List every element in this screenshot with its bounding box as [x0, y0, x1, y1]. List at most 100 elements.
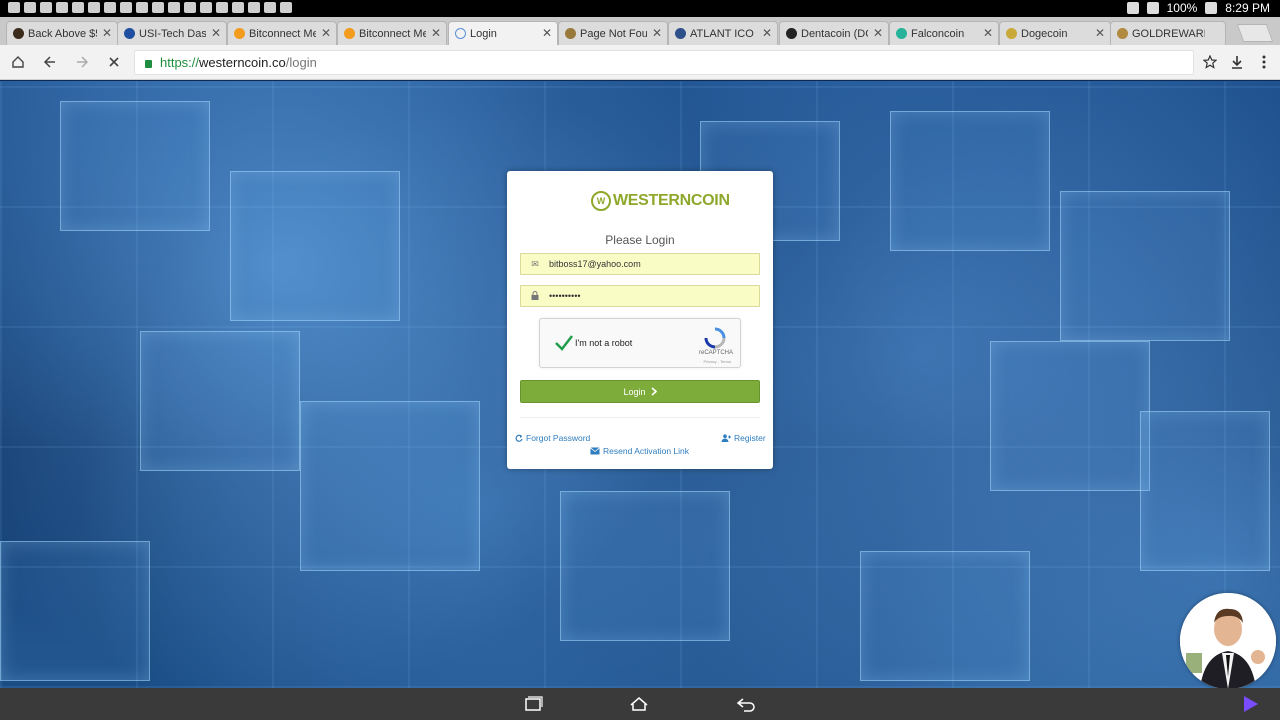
tab-bitconnect-1[interactable]: Bitconnect Mer ✕	[227, 21, 337, 45]
tab-favicon	[344, 28, 355, 39]
twitter-icon	[216, 2, 228, 13]
battery-icon	[1205, 2, 1218, 14]
resend-activation-label: Resend Activation Link	[603, 446, 689, 456]
close-icon[interactable]: ✕	[321, 26, 331, 40]
url-host: westerncoin.co	[199, 55, 286, 70]
back-button[interactable]	[40, 52, 60, 72]
register-link[interactable]: Register	[721, 433, 766, 443]
more-vert-icon	[1262, 55, 1266, 69]
home-icon	[12, 56, 24, 68]
captcha-label: I'm not a robot	[575, 338, 633, 348]
logo-text: WESTERNCOIN	[613, 192, 730, 209]
video-icon	[8, 2, 20, 13]
tab-strip: Back Above $5 ✕ USI-Tech Dashb ✕ Bitconn…	[0, 17, 1280, 45]
background-cube	[300, 401, 480, 571]
tab-bitconnect-2[interactable]: Bitconnect Mer ✕	[337, 21, 447, 45]
resend-activation-link[interactable]: Resend Activation Link	[590, 446, 689, 456]
tab-usi-tech[interactable]: USI-Tech Dashb ✕	[117, 21, 227, 45]
westerncoin-logo: W WESTERNCOIN	[591, 191, 730, 211]
add-user-icon	[721, 434, 731, 442]
menu-button[interactable]	[1254, 52, 1274, 72]
tab-favicon	[13, 28, 24, 39]
chrome-icon	[232, 2, 244, 13]
twitter-icon	[248, 2, 260, 13]
background-cube	[1060, 191, 1230, 341]
envelope-icon: ✉	[531, 258, 539, 269]
tab-label: Dogecoin	[1021, 27, 1068, 40]
checkmark-icon[interactable]	[554, 333, 574, 353]
password-field[interactable]: ••••••••••	[520, 285, 760, 307]
address-bar[interactable]: https:// westerncoin.co /login	[134, 50, 1194, 75]
tab-favicon	[124, 28, 135, 39]
divider	[520, 417, 760, 418]
tab-label: USI-Tech Dashb	[139, 27, 206, 40]
stop-loading-button[interactable]	[104, 52, 124, 72]
tab-label: Bitconnect Mer	[249, 27, 316, 40]
close-icon[interactable]: ✕	[431, 26, 441, 40]
battery-percent: 100%	[1166, 1, 1198, 15]
new-tab-button[interactable]	[1236, 24, 1274, 42]
chevron-right-icon	[650, 387, 657, 396]
close-icon[interactable]: ✕	[652, 26, 662, 40]
tab-back-above[interactable]: Back Above $5 ✕	[6, 21, 118, 45]
close-icon[interactable]: ✕	[983, 26, 993, 40]
copy-icon	[280, 2, 292, 13]
home-button[interactable]	[8, 52, 28, 72]
discord-icon	[200, 2, 212, 13]
wifi-icon	[1146, 2, 1159, 14]
android-status-bar: 100% 8:29 PM	[0, 0, 1280, 17]
tab-favicon	[675, 28, 686, 39]
bookmark-button[interactable]	[1200, 52, 1220, 72]
background-cube	[0, 541, 150, 681]
notification-icons	[8, 2, 292, 13]
tab-login[interactable]: Login ✕	[448, 21, 558, 45]
close-icon[interactable]: ✕	[762, 26, 772, 40]
download-button[interactable]	[1227, 52, 1247, 72]
tab-label: Login	[470, 27, 497, 40]
close-icon[interactable]: ✕	[542, 26, 552, 40]
tab-atlant-ico[interactable]: ATLANT ICO | D ✕	[668, 21, 778, 45]
youtube-icon	[40, 2, 52, 13]
close-icon[interactable]: ✕	[211, 26, 221, 40]
recents-icon[interactable]	[523, 696, 543, 712]
forgot-password-label: Forgot Password	[526, 433, 591, 443]
tab-page-not-found[interactable]: Page Not Found ✕	[558, 21, 668, 45]
tab-goldreward[interactable]: GOLDREWARD	[1110, 21, 1226, 45]
status-right: 100% 8:29 PM	[1126, 1, 1270, 15]
close-icon[interactable]: ✕	[873, 26, 883, 40]
close-icon[interactable]: ✕	[102, 26, 112, 40]
recaptcha-logo-icon	[704, 327, 726, 349]
recaptcha-brand: reCAPTCHA	[698, 350, 733, 356]
mail-icon	[56, 2, 68, 13]
email-field[interactable]: ✉	[520, 253, 760, 275]
email-input[interactable]	[549, 259, 759, 269]
background-cube	[860, 551, 1030, 681]
login-card: W WESTERNCOIN Please Login ✉ •••••••••• …	[507, 171, 773, 469]
password-input[interactable]: ••••••••••	[549, 291, 759, 301]
discord-icon	[152, 2, 164, 13]
background-cube	[890, 111, 1050, 251]
forgot-password-link[interactable]: Forgot Password	[515, 433, 590, 443]
tab-label: Back Above $5	[28, 27, 97, 40]
wrench-icon	[72, 2, 84, 13]
browser-toolbar: https:// westerncoin.co /login	[0, 45, 1280, 80]
forward-button[interactable]	[72, 52, 92, 72]
tab-dentacoin[interactable]: Dentacoin (DCN ✕	[779, 21, 889, 45]
tab-favicon	[1006, 28, 1017, 39]
background-cube	[140, 331, 300, 471]
home-icon[interactable]	[629, 696, 649, 712]
discord-icon	[184, 2, 196, 13]
tab-favicon	[786, 28, 797, 39]
video-overlay-avatar[interactable]	[1180, 593, 1276, 689]
background-cube	[560, 491, 730, 641]
play-icon[interactable]	[1244, 696, 1258, 712]
background-cube	[60, 101, 210, 231]
close-icon[interactable]: ✕	[1095, 26, 1105, 40]
recaptcha-terms[interactable]: Privacy - Terms	[704, 359, 731, 364]
download-icon	[1232, 56, 1242, 69]
presenter-image	[1180, 593, 1276, 689]
tab-dogecoin[interactable]: Dogecoin ✕	[999, 21, 1111, 45]
tab-falconcoin[interactable]: Falconcoin ✕	[889, 21, 999, 45]
back-icon[interactable]	[736, 696, 756, 712]
login-button[interactable]: Login	[520, 380, 760, 403]
